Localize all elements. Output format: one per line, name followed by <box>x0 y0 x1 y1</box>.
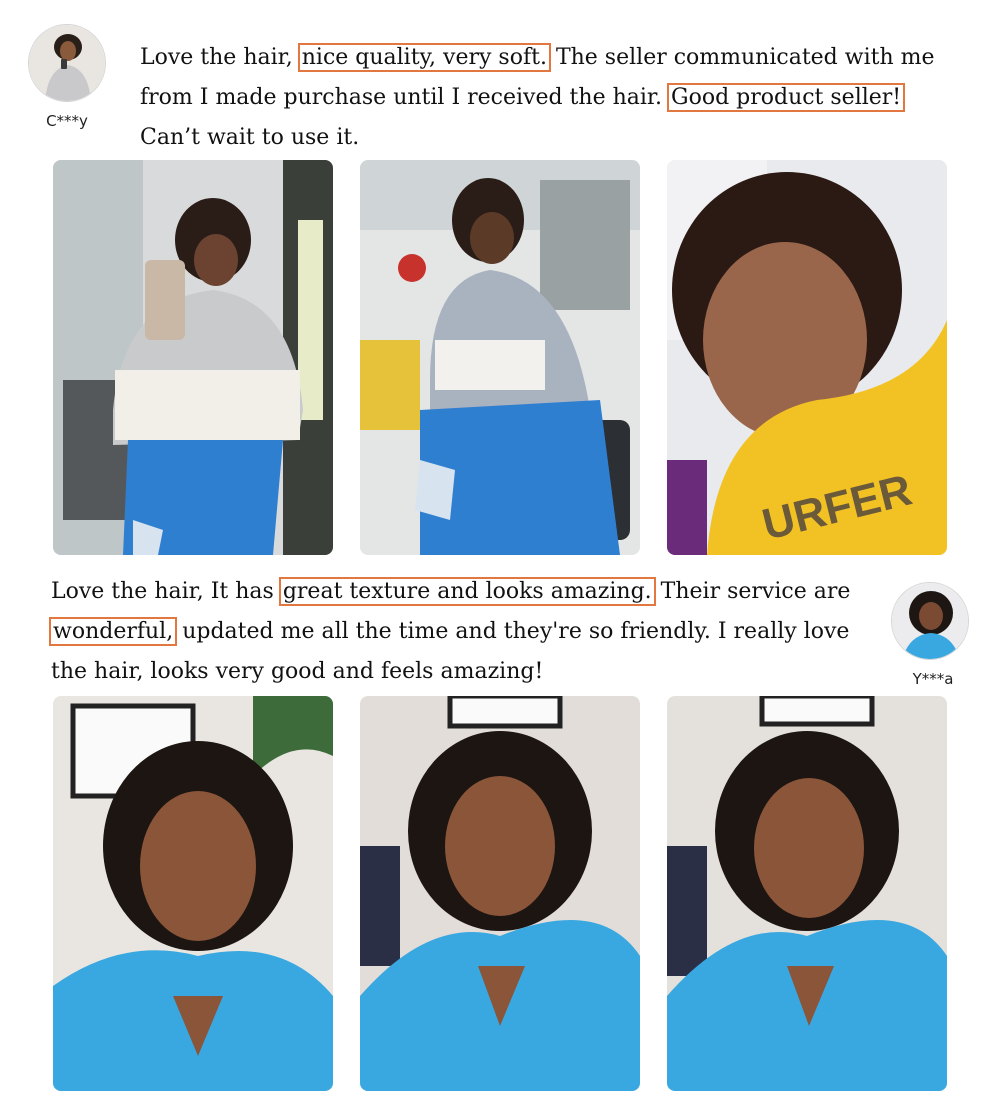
review-text-segment: Love the hair, It has <box>51 579 274 604</box>
highlighted-phrase: wonderful, <box>49 617 178 646</box>
reviewer-name-2: Y***a <box>912 670 954 688</box>
review-photo-2[interactable] <box>360 160 640 555</box>
review-photo-1[interactable] <box>53 160 333 555</box>
review-text-segment: Love the hair, <box>140 45 293 70</box>
review-photo-6[interactable] <box>667 696 947 1091</box>
review-text-segment: Their service are <box>660 579 851 604</box>
highlighted-phrase: great texture and looks amazing. <box>278 577 656 606</box>
review-photo-5[interactable] <box>360 696 640 1091</box>
review-text-segment: Can’t wait to use it. <box>140 125 360 150</box>
highlighted-phrase: nice quality, very soft. <box>297 43 551 72</box>
reviewer-avatar-1 <box>28 24 106 102</box>
review-text-1: Love the hair, nice quality, very soft. … <box>140 38 960 158</box>
reviewer-name-1: C***y <box>46 112 88 130</box>
review-text-2: Love the hair, It has great texture and … <box>49 572 891 692</box>
reviewer-avatar-2 <box>891 582 969 660</box>
review-photo-4[interactable] <box>53 696 333 1091</box>
highlighted-phrase: Good product seller! <box>667 83 906 112</box>
review-photo-3[interactable]: URFER <box>667 160 947 555</box>
